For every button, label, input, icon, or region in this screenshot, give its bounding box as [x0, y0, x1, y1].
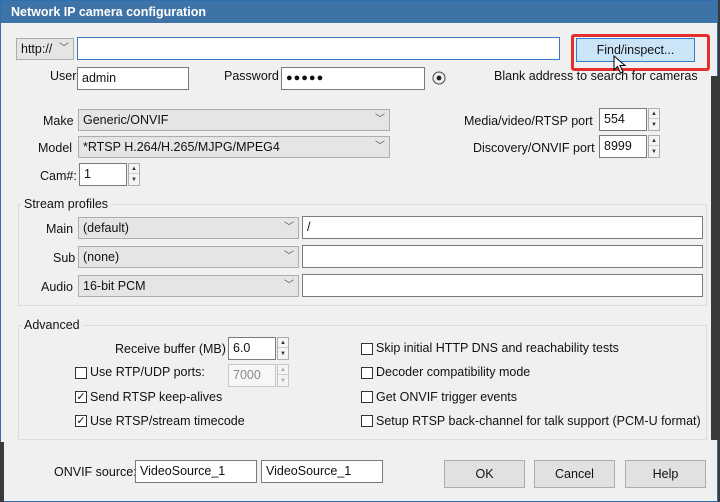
chevron-down-icon: ﹀: [375, 114, 385, 125]
make-label: Make: [43, 114, 74, 128]
onvif-source-input-2[interactable]: VideoSource_1: [261, 460, 383, 483]
backchannel-label: Setup RTSP back-channel for talk support…: [376, 414, 701, 428]
skip-dns-label: Skip initial HTTP DNS and reachability t…: [376, 341, 619, 355]
spin-down-icon[interactable]: ▼: [278, 349, 288, 359]
camera-config-window: Network IP camera configuration http:// …: [0, 0, 718, 502]
protocol-select[interactable]: http:// ﹀: [16, 38, 74, 60]
audio-path-input[interactable]: [302, 274, 703, 297]
receive-buffer-spinner[interactable]: ▲ ▼: [277, 337, 289, 360]
keepalives-label: Send RTSP keep-alives: [90, 390, 223, 404]
spin-down-icon[interactable]: ▼: [649, 120, 659, 130]
rtsp-port-input[interactable]: 554: [599, 108, 647, 131]
receive-buffer-input[interactable]: 6.0: [228, 337, 276, 360]
eye-icon[interactable]: [431, 71, 447, 85]
main-profile-select[interactable]: (default) ﹀: [78, 217, 299, 239]
onvif-events-label: Get ONVIF trigger events: [376, 390, 518, 404]
rtp-udp-label: Use RTP/UDP ports:: [90, 365, 205, 379]
onvif-port-spinner[interactable]: ▲ ▼: [648, 135, 660, 158]
blank-address-hint: Blank address to search for cameras: [494, 69, 698, 83]
rtp-udp-port-input[interactable]: 7000: [228, 364, 276, 387]
main-profile-value: (default): [83, 221, 129, 235]
spin-up-icon[interactable]: ▲: [278, 365, 288, 375]
password-label: Password: [224, 69, 279, 83]
spin-down-icon[interactable]: ▼: [649, 147, 659, 157]
cam-number-input[interactable]: 1: [79, 163, 127, 186]
spin-up-icon[interactable]: ▲: [649, 109, 659, 119]
sub-profile-select[interactable]: (none) ﹀: [78, 246, 299, 268]
onvif-source-label: ONVIF source:: [54, 465, 137, 479]
cancel-button[interactable]: Cancel: [534, 460, 615, 488]
model-select[interactable]: *RTSP H.264/H.265/MJPG/MPEG4 ﹀: [78, 136, 390, 158]
find-inspect-button[interactable]: Find/inspect...: [576, 38, 695, 62]
user-label: User: [50, 69, 77, 83]
cam-number-spinner[interactable]: ▲ ▼: [128, 163, 140, 186]
ok-button[interactable]: OK: [444, 460, 525, 488]
make-select[interactable]: Generic/ONVIF ﹀: [78, 109, 390, 131]
chevron-down-icon: ﹀: [284, 222, 294, 233]
keepalives-checkbox[interactable]: ✓: [75, 391, 87, 403]
decoder-compat-checkbox[interactable]: [361, 367, 373, 379]
timecode-checkbox[interactable]: ✓: [75, 415, 87, 427]
sub-profile-value: (none): [83, 250, 120, 264]
spin-up-icon[interactable]: ▲: [649, 136, 659, 146]
chevron-down-icon: ﹀: [59, 43, 69, 54]
chevron-down-icon: ﹀: [284, 251, 294, 262]
make-value: Generic/ONVIF: [83, 113, 169, 127]
user-input[interactable]: admin: [77, 67, 189, 90]
rtp-udp-checkbox[interactable]: [75, 367, 87, 379]
spin-up-icon[interactable]: ▲: [129, 164, 139, 174]
advanced-title: Advanced: [22, 318, 82, 332]
backchannel-checkbox[interactable]: [361, 415, 373, 427]
sub-path-input[interactable]: [302, 245, 703, 268]
protocol-value: http://: [21, 42, 53, 56]
address-input[interactable]: [77, 37, 560, 60]
rtp-udp-port-spinner[interactable]: ▲ ▼: [277, 364, 289, 387]
onvif-source-input-1[interactable]: VideoSource_1: [135, 460, 257, 483]
help-button[interactable]: Help: [625, 460, 706, 488]
decoder-compat-label: Decoder compatibility mode: [376, 365, 531, 379]
onvif-port-input[interactable]: 8999: [599, 135, 647, 158]
stream-profiles-title: Stream profiles: [22, 197, 111, 211]
spin-down-icon[interactable]: ▼: [129, 175, 139, 185]
onvif-events-checkbox[interactable]: [361, 391, 373, 403]
rtsp-port-spinner[interactable]: ▲ ▼: [648, 108, 660, 131]
background-strip-left: [0, 442, 4, 502]
main-label: Main: [46, 222, 74, 236]
spin-down-icon[interactable]: ▼: [278, 376, 288, 386]
window-title: Network IP camera configuration: [1, 1, 717, 23]
audio-label: Audio: [41, 280, 73, 294]
audio-profile-value: 16-bit PCM: [83, 279, 146, 293]
cam-label: Cam#:: [40, 169, 77, 183]
password-input[interactable]: ●●●●●: [281, 67, 425, 90]
skip-dns-checkbox[interactable]: [361, 343, 373, 355]
rtsp-port-label: Media/video/RTSP port: [464, 114, 593, 128]
chevron-down-icon: ﹀: [284, 280, 294, 291]
main-path-input[interactable]: /: [302, 216, 703, 239]
chevron-down-icon: ﹀: [375, 141, 385, 152]
background-strip: [711, 76, 720, 440]
sub-label: Sub: [53, 251, 76, 265]
timecode-label: Use RTSP/stream timecode: [90, 414, 245, 428]
model-label: Model: [38, 141, 73, 155]
receive-buffer-label: Receive buffer (MB): [115, 342, 226, 356]
audio-profile-select[interactable]: 16-bit PCM ﹀: [78, 275, 299, 297]
model-value: *RTSP H.264/H.265/MJPG/MPEG4: [83, 140, 280, 154]
onvif-port-label: Discovery/ONVIF port: [473, 141, 595, 155]
spin-up-icon[interactable]: ▲: [278, 338, 288, 348]
